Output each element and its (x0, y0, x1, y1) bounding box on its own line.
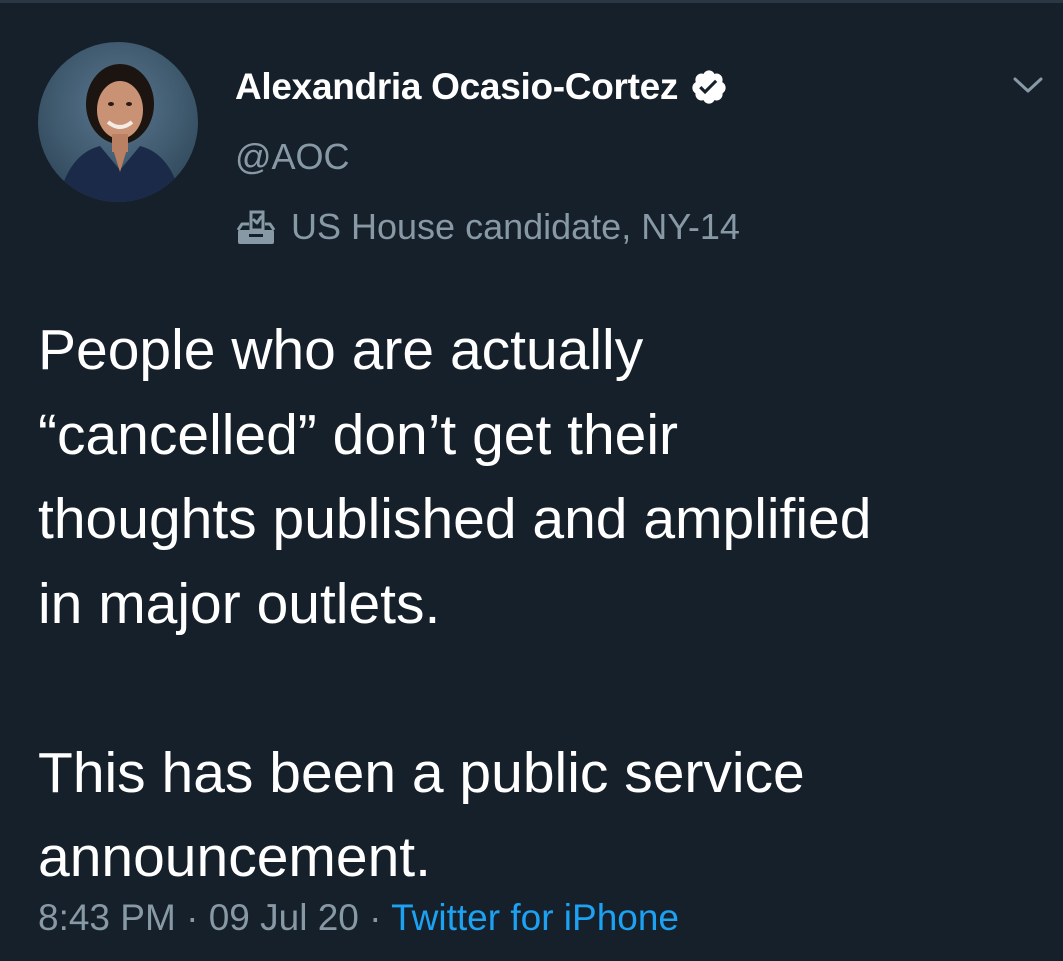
verified-badge-icon (690, 68, 728, 106)
metadata-separator: · (186, 897, 199, 938)
author-name-row[interactable]: Alexandria Ocasio-Cortez (235, 62, 728, 112)
chevron-down-icon[interactable] (1010, 70, 1046, 100)
author-label-row: US House candidate, NY-14 (233, 203, 740, 251)
tweet-source-link[interactable]: Twitter for iPhone (391, 897, 679, 938)
tweet-time[interactable]: 8:43 PM (38, 897, 176, 938)
tweet-text: People who are actually “cancelled” don’… (38, 318, 872, 889)
avatar-image (38, 42, 198, 202)
top-divider (0, 0, 1063, 3)
tweet-date[interactable]: 09 Jul 20 (209, 897, 359, 938)
metadata-separator: · (369, 897, 382, 938)
author-display-name[interactable]: Alexandria Ocasio-Cortez (235, 66, 678, 108)
avatar[interactable] (38, 42, 198, 202)
ballot-box-icon (233, 204, 279, 250)
author-label-text: US House candidate, NY-14 (291, 206, 740, 247)
tweet-metadata: 8:43 PM · 09 Jul 20 · Twitter for iPhone (38, 897, 679, 939)
author-handle[interactable]: @AOC (235, 136, 350, 178)
